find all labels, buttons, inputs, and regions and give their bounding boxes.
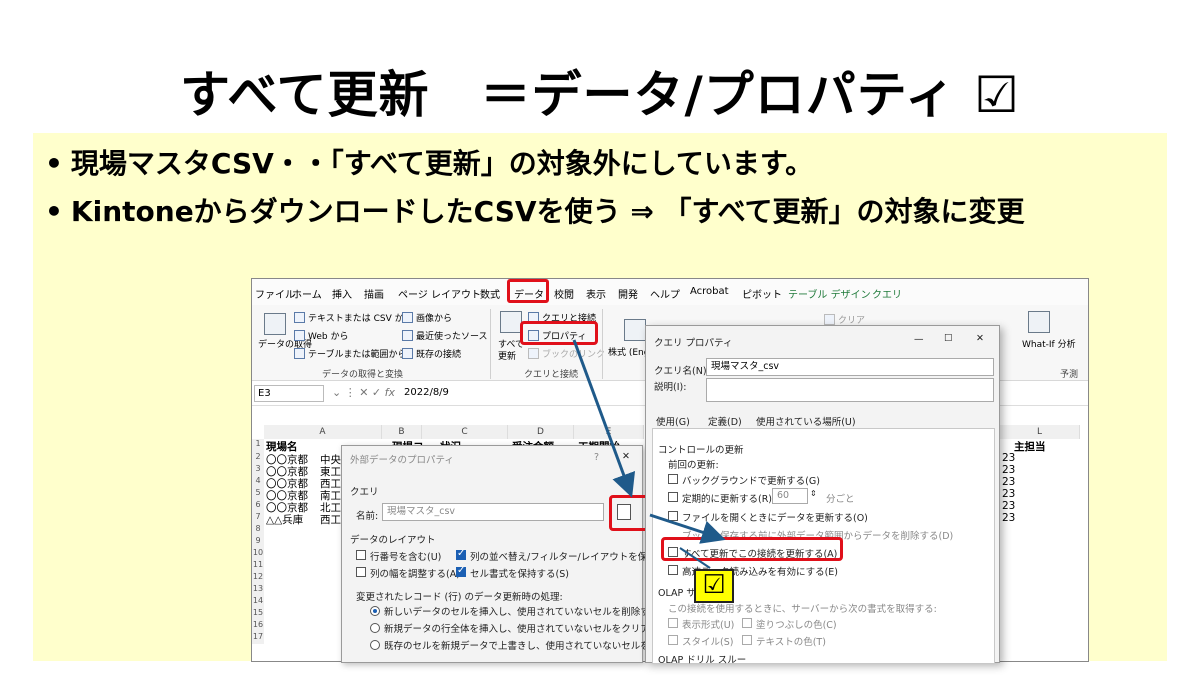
arrow-to-checkbox: [649, 513, 726, 544]
arrows-layer: [572, 339, 726, 569]
arrow-pointer: [679, 547, 711, 569]
arrow-to-icon: [572, 339, 636, 498]
checkmark-badge-icon: ☑: [694, 569, 734, 603]
